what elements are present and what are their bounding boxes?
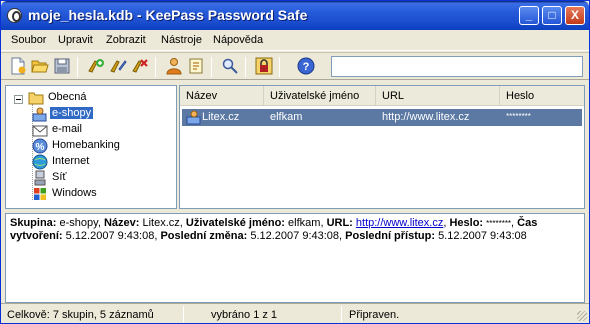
- menu-zobrazit[interactable]: Zobrazit: [106, 34, 146, 46]
- column-header-title[interactable]: Název: [180, 86, 264, 106]
- column-header-password[interactable]: Heslo: [500, 86, 584, 106]
- label-username: Uživatelské jméno:: [185, 217, 285, 229]
- label-title: Název:: [103, 217, 140, 229]
- tree-item-e-mail[interactable]: e-mail: [32, 122, 172, 138]
- window-title: moje_hesla.kdb - KeePass Password Safe: [28, 7, 308, 23]
- help-icon[interactable]: ?: [297, 57, 315, 75]
- windows-icon: [34, 188, 46, 200]
- cell-url: http://www.litex.cz: [382, 111, 470, 123]
- status-state: Připraven.: [349, 309, 400, 321]
- menu-napoveda[interactable]: Nápověda: [213, 34, 263, 46]
- keepass-app-icon: [7, 8, 22, 23]
- label-accessed: Poslední přístup:: [345, 230, 435, 242]
- svg-text:?: ?: [303, 61, 310, 73]
- status-selection: vybráno 1 z 1: [211, 309, 278, 321]
- tree-label-obecna: Obecná: [48, 91, 87, 103]
- status-bar: Celkově: 7 skupin, 5 záznamů vybráno 1 z…: [1, 303, 589, 323]
- menu-nastroje[interactable]: Nástroje: [161, 34, 202, 46]
- status-summary: Celkově: 7 skupin, 5 záznamů: [7, 309, 154, 321]
- cell-password: ********: [506, 112, 531, 121]
- menu-soubor[interactable]: Soubor: [11, 34, 46, 46]
- label-password: Heslo:: [449, 217, 484, 229]
- svg-text:%: %: [36, 142, 45, 153]
- entry-details: Skupina: e-shopy, Název: Litex.cz, Uživa…: [5, 213, 585, 303]
- cell-title: Litex.cz: [202, 111, 240, 123]
- user-card-icon: [186, 110, 201, 125]
- keepass-window: moje_hesla.kdb - KeePass Password Safe _…: [0, 0, 590, 324]
- tree-label-internet: Internet: [52, 155, 90, 167]
- globe-icon: [32, 154, 48, 170]
- title-bar[interactable]: moje_hesla.kdb - KeePass Password Safe _…: [1, 1, 589, 30]
- minimize-button[interactable]: _: [519, 6, 539, 25]
- label-url: URL:: [326, 217, 353, 229]
- tree-label-windows: Windows: [52, 187, 97, 199]
- folder-icon: [28, 92, 44, 105]
- open-folder-icon[interactable]: [31, 57, 49, 75]
- tree-expander[interactable]: [14, 95, 23, 104]
- percent-icon: %: [32, 138, 48, 154]
- column-header-username[interactable]: Uživatelské jméno: [264, 86, 376, 106]
- tree-label-homebanking: Homebanking: [52, 139, 120, 151]
- copy-password-icon[interactable]: [187, 57, 205, 75]
- value-username: elfkam: [288, 217, 321, 229]
- tree-label-sit: Síť: [52, 171, 67, 183]
- tree-item-homebanking[interactable]: % Homebanking: [32, 138, 172, 154]
- copy-username-icon[interactable]: [165, 57, 183, 75]
- value-created: 5.12.2007 9:43:08: [65, 230, 155, 242]
- label-group: Skupina:: [10, 217, 57, 229]
- edit-entry-icon[interactable]: [109, 57, 127, 75]
- toolbar: ?: [1, 52, 589, 80]
- maximize-button[interactable]: □: [542, 6, 562, 25]
- tree-item-e-shopy[interactable]: e-shopy: [32, 106, 172, 122]
- add-entry-icon[interactable]: [87, 57, 105, 75]
- resize-grip[interactable]: [577, 311, 587, 321]
- value-accessed: 5.12.2007 9:43:08: [438, 230, 527, 242]
- tree-root-obecna[interactable]: Obecná: [6, 90, 176, 106]
- save-icon[interactable]: [53, 57, 71, 75]
- value-title: Litex.cz: [142, 217, 180, 229]
- value-modified: 5.12.2007 9:43:08: [250, 230, 340, 242]
- value-password: ********: [486, 219, 512, 228]
- list-header: Název Uživatelské jméno URL Heslo: [180, 86, 584, 106]
- menu-upravit[interactable]: Upravit: [58, 34, 93, 46]
- new-db-icon[interactable]: [9, 57, 27, 75]
- tree-item-windows[interactable]: Windows: [32, 186, 172, 202]
- quick-search-input[interactable]: [331, 56, 583, 77]
- network-icon: [34, 170, 46, 186]
- mail-icon: [32, 125, 48, 137]
- tree-label-e-mail: e-mail: [52, 123, 82, 135]
- delete-entry-icon[interactable]: [131, 57, 149, 75]
- lock-icon[interactable]: [255, 57, 273, 75]
- column-header-url[interactable]: URL: [376, 86, 500, 106]
- entry-list: Název Uživatelské jméno URL Heslo Litex.…: [179, 85, 585, 209]
- tree-item-sit[interactable]: Síť: [32, 170, 172, 186]
- table-row[interactable]: Litex.cz elfkam http://www.litex.cz ****…: [182, 109, 582, 126]
- cell-username: elfkam: [270, 111, 303, 123]
- group-tree: Obecná e-shopy e-mail % Homebanking Inte…: [5, 85, 177, 209]
- user-card-icon: [32, 107, 47, 122]
- value-group: e-shopy: [59, 217, 98, 229]
- close-button[interactable]: X: [565, 6, 585, 25]
- url-link[interactable]: http://www.litex.cz: [356, 217, 443, 229]
- menu-bar: Soubor Upravit Zobrazit Nástroje Nápověd…: [1, 30, 589, 51]
- tree-label-e-shopy: e-shopy: [50, 107, 94, 119]
- find-icon[interactable]: [221, 57, 239, 75]
- label-modified: Poslední změna:: [160, 230, 248, 242]
- tree-item-internet[interactable]: Internet: [32, 154, 172, 170]
